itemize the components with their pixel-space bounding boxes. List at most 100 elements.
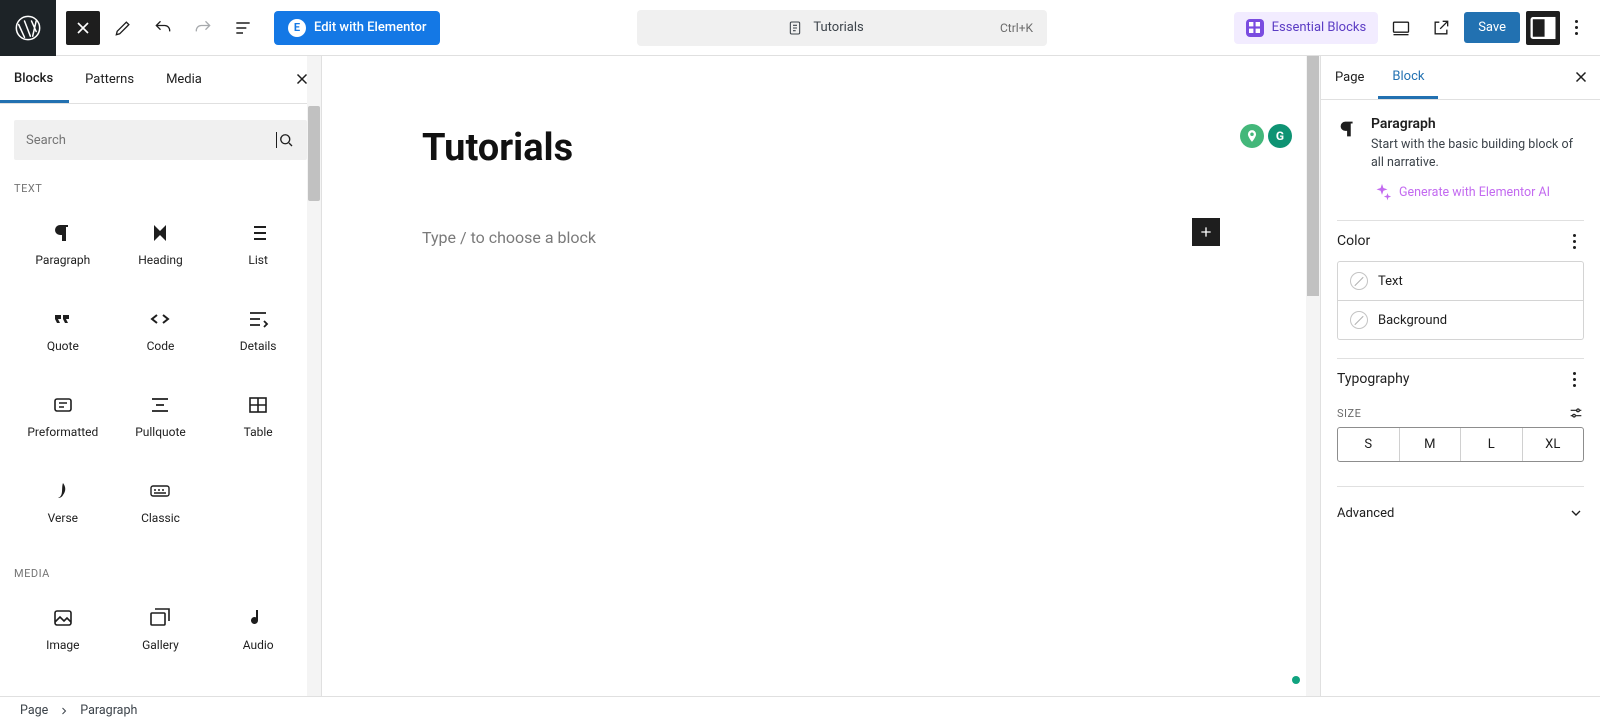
close-inserter-button[interactable]	[66, 11, 100, 45]
image-icon	[51, 606, 75, 630]
document-title: Tutorials	[813, 20, 863, 35]
block-quote[interactable]: Quote	[14, 287, 112, 373]
color-background-control[interactable]: Background	[1337, 301, 1584, 340]
topbar-center: Tutorials Ctrl+K	[450, 10, 1233, 46]
block-label: Paragraph	[35, 253, 90, 267]
save-button[interactable]: Save	[1464, 12, 1520, 43]
block-classic[interactable]: Classic	[112, 459, 210, 545]
redo-button[interactable]	[186, 11, 220, 45]
inserter-scrollbar[interactable]	[307, 56, 321, 696]
section-advanced-label: Advanced	[1337, 506, 1394, 521]
settings-body: Paragraph Start with the basic building …	[1321, 100, 1600, 696]
elementor-button-label: Edit with Elementor	[314, 20, 426, 35]
more-options-button[interactable]	[1566, 20, 1586, 35]
tab-patterns[interactable]: Patterns	[69, 56, 150, 103]
color-bg-label: Background	[1378, 313, 1447, 328]
paragraph-block[interactable]: Type / to choose a block	[422, 228, 1220, 247]
size-l[interactable]: L	[1461, 428, 1523, 461]
edit-tool-button[interactable]	[106, 11, 140, 45]
paragraph-icon	[1337, 118, 1359, 140]
block-label: Code	[147, 339, 175, 353]
tab-page[interactable]: Page	[1321, 56, 1378, 99]
color-options-button[interactable]	[1564, 234, 1584, 249]
search-field[interactable]	[26, 133, 216, 148]
size-s[interactable]: S	[1338, 428, 1400, 461]
color-text-control[interactable]: Text	[1337, 261, 1584, 301]
post-title[interactable]: Tutorials	[422, 126, 1220, 170]
block-label: Heading	[138, 253, 183, 267]
section-advanced-toggle[interactable]: Advanced	[1337, 486, 1584, 525]
block-heading[interactable]: Heading	[112, 201, 210, 287]
block-label: Pullquote	[135, 425, 186, 439]
editor-canvas[interactable]: G Tutorials Type / to choose a block	[322, 56, 1320, 696]
block-inserter-panel: Blocks Patterns Media TEXT Paragraph	[0, 56, 322, 696]
wordpress-logo[interactable]	[0, 0, 56, 56]
pullquote-icon	[148, 393, 172, 417]
edit-with-elementor-button[interactable]: E Edit with Elementor	[274, 11, 440, 45]
typography-options-button[interactable]	[1564, 372, 1584, 387]
block-verse[interactable]: Verse	[14, 459, 112, 545]
block-gallery[interactable]: Gallery	[112, 586, 210, 672]
undo-button[interactable]	[146, 11, 180, 45]
block-audio[interactable]: Audio	[209, 586, 307, 672]
document-overview-button[interactable]	[226, 11, 260, 45]
settings-sidebar: Page Block Paragraph Start with the basi…	[1320, 56, 1600, 696]
size-m[interactable]: M	[1400, 428, 1462, 461]
tab-media[interactable]: Media	[150, 56, 218, 103]
chevron-down-icon	[1568, 505, 1584, 521]
scrollbar-thumb[interactable]	[1307, 56, 1319, 296]
document-switcher[interactable]: Tutorials Ctrl+K	[637, 10, 1047, 46]
block-details[interactable]: Details	[209, 287, 307, 373]
block-label: Image	[46, 638, 79, 652]
color-swatch-none-icon	[1350, 272, 1368, 290]
document-content: Tutorials Type / to choose a block	[322, 56, 1320, 317]
settings-close-button[interactable]	[1572, 68, 1590, 90]
shortcut-hint: Ctrl+K	[1000, 21, 1033, 35]
search-icon	[277, 131, 295, 149]
chevron-right-icon	[58, 705, 70, 717]
block-paragraph[interactable]: Paragraph	[14, 201, 112, 287]
sliders-icon[interactable]	[1568, 405, 1584, 421]
breadcrumb-root[interactable]: Page	[20, 703, 48, 718]
verse-icon	[51, 479, 75, 503]
scrollbar-thumb[interactable]	[308, 106, 320, 201]
add-block-button[interactable]	[1192, 218, 1220, 246]
block-label: Table	[244, 425, 273, 439]
breadcrumb-current[interactable]: Paragraph	[80, 703, 137, 718]
external-link-icon	[1431, 18, 1451, 38]
yoast-badge-icon[interactable]	[1240, 124, 1264, 148]
canvas-scrollbar[interactable]	[1306, 56, 1320, 696]
elementor-ai-link[interactable]: Generate with Elementor AI	[1371, 180, 1584, 204]
view-page-button[interactable]	[1424, 11, 1458, 45]
block-search-input[interactable]	[14, 120, 307, 160]
tab-block[interactable]: Block	[1378, 56, 1438, 99]
classic-icon	[148, 479, 172, 503]
view-desktop-button[interactable]	[1384, 11, 1418, 45]
grammarly-badge-icon[interactable]: G	[1268, 124, 1292, 148]
size-xl[interactable]: XL	[1523, 428, 1584, 461]
essential-blocks-button[interactable]: Essential Blocks	[1234, 12, 1379, 44]
tab-blocks[interactable]: Blocks	[0, 56, 69, 103]
font-size-toggle: S M L XL	[1337, 427, 1584, 462]
block-preformatted[interactable]: Preformatted	[14, 373, 112, 459]
section-color-header: Color	[1337, 220, 1584, 261]
block-image[interactable]: Image	[14, 586, 112, 672]
ai-link-label: Generate with Elementor AI	[1399, 185, 1550, 200]
wordpress-icon	[14, 14, 42, 42]
status-dot-icon	[1292, 676, 1300, 684]
block-label: Verse	[48, 511, 78, 525]
block-code[interactable]: Code	[112, 287, 210, 373]
block-table[interactable]: Table	[209, 373, 307, 459]
block-label: Audio	[243, 638, 274, 652]
category-text-label: TEXT	[14, 182, 307, 195]
topbar-left: E Edit with Elementor	[56, 11, 450, 45]
settings-sidebar-toggle[interactable]	[1526, 11, 1560, 45]
block-pullquote[interactable]: Pullquote	[112, 373, 210, 459]
table-icon	[246, 393, 270, 417]
inserter-tabs: Blocks Patterns Media	[0, 56, 321, 104]
block-label: Gallery	[142, 638, 179, 652]
block-breadcrumb: Page Paragraph	[0, 696, 1600, 724]
save-label: Save	[1478, 20, 1506, 35]
size-label: SIZE	[1337, 407, 1361, 420]
block-list[interactable]: List	[209, 201, 307, 287]
